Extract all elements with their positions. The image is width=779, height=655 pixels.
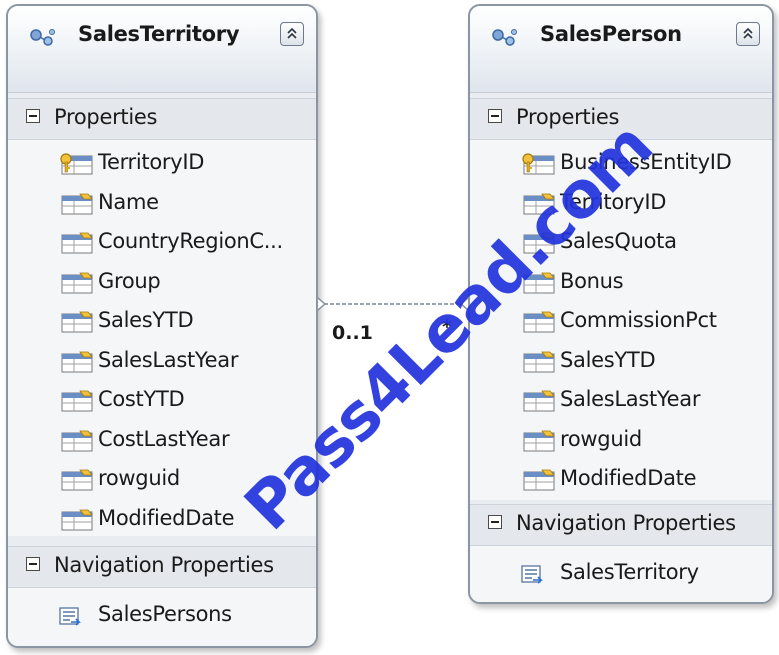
property-label: Name	[98, 189, 159, 214]
navigation-property-label: SalesPersons	[98, 602, 232, 626]
scalar-property-icon	[523, 351, 555, 372]
property-label: CountryRegionC...	[98, 229, 283, 253]
entity-title: SalesPerson	[540, 22, 682, 46]
collapse-toggle-icon[interactable]	[26, 109, 40, 123]
collapse-button[interactable]	[736, 22, 760, 46]
association-end-left	[317, 297, 327, 311]
collapse-button[interactable]	[280, 22, 304, 46]
entity-type-icon	[30, 29, 55, 46]
collapse-toggle-icon[interactable]	[488, 109, 502, 123]
property-row[interactable]: SalesYTD	[470, 342, 772, 380]
collapse-toggle-icon[interactable]	[488, 515, 502, 529]
scalar-property-icon	[61, 509, 93, 530]
navigation-list: SalesTerritory	[470, 546, 772, 602]
property-label: SalesLastYear	[98, 347, 239, 372]
properties-label: Properties	[54, 105, 158, 129]
property-label: rowguid	[560, 426, 642, 451]
scalar-property-icon	[61, 390, 93, 412]
property-label: ModifiedDate	[560, 466, 697, 490]
property-row[interactable]: Name	[8, 184, 316, 222]
navigation-section-header[interactable]: Navigation Properties	[8, 546, 316, 588]
scalar-property-icon	[61, 193, 93, 214]
navigation-property-icon	[59, 607, 81, 626]
scalar-property-icon	[61, 351, 93, 372]
property-row[interactable]: CountryRegionC...	[8, 223, 316, 261]
navigation-property-icon	[521, 565, 543, 584]
collapse-chevron-icon	[287, 27, 297, 39]
key-property-icon	[60, 153, 93, 175]
property-label: SalesLastYear	[560, 387, 701, 411]
property-label: CommissionPct	[560, 308, 717, 332]
property-row[interactable]: CostYTD	[8, 381, 316, 419]
properties-section-header[interactable]: Properties	[8, 98, 316, 140]
entity-title: SalesTerritory	[78, 22, 240, 46]
scalar-property-icon	[61, 272, 93, 293]
multiplicity-left: 0..1	[332, 322, 373, 344]
property-label: SalesYTD	[560, 347, 656, 372]
property-row[interactable]: ModifiedDate	[470, 460, 772, 498]
scalar-property-icon	[61, 469, 93, 491]
collapse-toggle-icon[interactable]	[26, 557, 40, 571]
entity-diagram: SalesTerritory Properties TerritoryID Nam…	[0, 0, 779, 655]
navigation-section-header[interactable]: Navigation Properties	[470, 504, 772, 546]
property-label: Bonus	[560, 268, 624, 293]
navigation-properties-label: Navigation Properties	[54, 553, 274, 577]
navigation-property-row[interactable]: SalesTerritory	[470, 554, 772, 592]
entity-header[interactable]: SalesPerson	[470, 6, 772, 93]
entity-type-icon	[492, 29, 517, 46]
property-row[interactable]: Group	[8, 263, 316, 301]
collapse-chevron-icon	[743, 27, 753, 39]
navigation-properties-label: Navigation Properties	[516, 511, 736, 535]
property-row[interactable]: SalesLastYear	[470, 381, 772, 419]
property-label: rowguid	[98, 466, 180, 490]
scalar-property-icon	[523, 469, 555, 491]
property-row[interactable]: rowguid	[470, 421, 772, 459]
property-label: CostLastYear	[98, 426, 230, 451]
scalar-property-icon	[523, 390, 555, 412]
property-row[interactable]: SalesYTD	[8, 302, 316, 340]
property-label: TerritoryID	[98, 150, 205, 174]
property-row[interactable]: TerritoryID	[8, 144, 316, 182]
scalar-property-icon	[523, 430, 555, 451]
scalar-property-icon	[523, 311, 555, 333]
property-label: CostYTD	[98, 387, 185, 411]
property-label: SalesYTD	[98, 308, 194, 332]
scalar-property-icon	[61, 232, 93, 254]
scalar-property-icon	[61, 430, 93, 451]
navigation-property-row[interactable]: SalesPersons	[8, 596, 316, 634]
scalar-property-icon	[61, 311, 93, 333]
property-label: ModifiedDate	[98, 505, 235, 530]
property-row[interactable]: SalesLastYear	[8, 342, 316, 380]
navigation-list: SalesPersons	[8, 588, 316, 646]
entity-sales-territory[interactable]: SalesTerritory Properties TerritoryID Nam…	[6, 4, 318, 648]
property-label: Group	[98, 268, 161, 293]
entity-header[interactable]: SalesTerritory	[8, 6, 316, 93]
navigation-property-label: SalesTerritory	[560, 560, 699, 584]
